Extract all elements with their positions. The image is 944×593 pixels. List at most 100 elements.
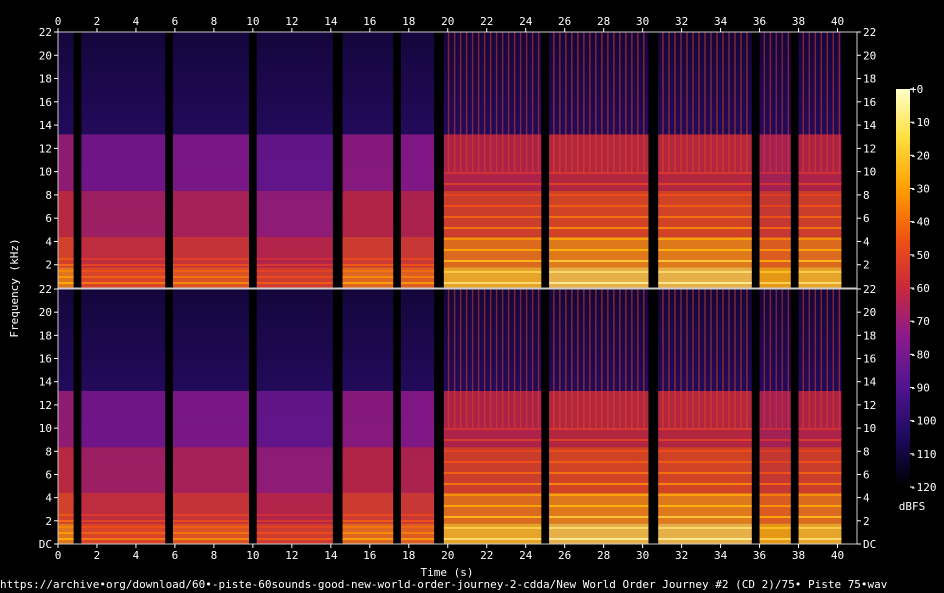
transient-line: [722, 289, 724, 430]
energy-band: [443, 267, 542, 288]
energy-band: [81, 190, 166, 237]
harmonic-line: [798, 505, 842, 507]
transient-line: [519, 32, 522, 173]
harmonic-line: [798, 527, 842, 529]
colorbar-tick-label: -50: [910, 249, 930, 262]
transient-line: [692, 32, 694, 173]
harmonic-line: [172, 258, 249, 260]
y-tick-label-right: 14: [863, 376, 877, 389]
transient-line: [826, 32, 829, 173]
harmonic-line: [342, 532, 394, 534]
segment-0-9: [759, 32, 791, 288]
transient-line: [489, 32, 492, 173]
energy-band: [256, 236, 333, 268]
harmonic-line: [400, 270, 435, 272]
harmonic-line: [759, 505, 791, 507]
transient-line: [471, 289, 474, 430]
harmonic-line: [798, 516, 842, 518]
y-tick-label-left: 4: [45, 492, 52, 505]
energy-band: [658, 447, 752, 493]
harmonic-line: [658, 282, 752, 284]
harmonic-line: [58, 258, 74, 260]
y-tick-label-right: 18: [863, 329, 876, 342]
x-tick-label-bottom: 16: [363, 549, 376, 562]
transient-line: [820, 289, 823, 430]
harmonic-line: [443, 227, 542, 229]
harmonic-line: [256, 526, 333, 528]
energy-band: [256, 447, 333, 493]
harmonic-line: [658, 527, 752, 529]
y-tick-label-left: DC: [39, 538, 52, 551]
transient-line: [453, 289, 456, 430]
harmonic-line: [172, 514, 249, 516]
energy-band: [759, 493, 791, 524]
harmonic-line: [549, 494, 649, 496]
transient-line: [465, 289, 468, 430]
colorbar-gradient: [896, 89, 910, 487]
x-tick-label-top: 20: [441, 15, 454, 28]
harmonic-line: [798, 216, 842, 218]
x-tick-label-bottom: 12: [285, 549, 298, 562]
transient-line: [716, 289, 718, 430]
transient-line: [740, 32, 742, 173]
energy-band: [256, 493, 333, 524]
harmonic-line: [658, 227, 752, 229]
transient-line: [746, 289, 748, 430]
energy-band: [549, 523, 649, 544]
x-tick-label-top: 40: [831, 15, 844, 28]
energy-band: [658, 523, 752, 544]
x-tick-label-top: 34: [714, 15, 728, 28]
harmonic-line: [81, 264, 166, 266]
energy-band: [172, 236, 249, 268]
harmonic-line: [759, 183, 791, 185]
transient-line: [559, 32, 561, 173]
harmonic-line: [549, 472, 649, 474]
harmonic-line: [759, 527, 791, 529]
transient-line: [577, 32, 579, 173]
energy-band: [759, 447, 791, 493]
x-tick-label-top: 30: [636, 15, 649, 28]
segment-1-5: [400, 289, 435, 544]
harmonic-line: [549, 505, 649, 507]
harmonic-line: [798, 428, 842, 430]
y-tick-label-right: 22: [863, 283, 876, 296]
harmonic-line: [58, 514, 74, 516]
harmonic-line: [342, 526, 394, 528]
transient-line: [525, 32, 528, 173]
energy-band: [400, 236, 435, 268]
x-tick-label-top: 2: [94, 15, 101, 28]
transient-line: [698, 32, 700, 173]
harmonic-line: [658, 483, 752, 485]
energy-band: [549, 493, 649, 524]
harmonic-line: [81, 520, 166, 522]
harmonic-line: [400, 526, 435, 528]
energy-band: [549, 391, 649, 448]
colorbar: +0 -10 -20 -30 -40 -50 -60 -70 -80 -90 -100 -110 -12…: [896, 83, 937, 494]
transient-line: [583, 32, 585, 173]
y-tick-label-left: 8: [45, 189, 52, 202]
harmonic-line: [342, 264, 394, 266]
segment-1-9: [759, 289, 791, 544]
harmonic-line: [658, 249, 752, 251]
y-tick-label-left: 22: [39, 283, 52, 296]
y-tick-label-right: 8: [863, 189, 870, 202]
y-tick-label-right: 10: [863, 422, 876, 435]
colorbar-tick-label: -110: [910, 448, 937, 461]
energy-band: [400, 391, 435, 448]
segment-0-6: [443, 32, 542, 288]
energy-band: [172, 391, 249, 448]
transient-line: [734, 289, 736, 430]
transient-line: [465, 32, 468, 173]
x-tick-label-bottom: 34: [714, 549, 728, 562]
transient-line: [447, 289, 450, 430]
x-tick-label-top: 28: [597, 15, 610, 28]
harmonic-line: [443, 461, 542, 463]
transient-line: [495, 32, 498, 173]
x-tick-label-top: 14: [324, 15, 338, 28]
transient-line: [662, 289, 664, 430]
y-tick-label-left: 2: [45, 259, 52, 272]
transient-line: [459, 289, 462, 430]
harmonic-line: [443, 194, 542, 196]
harmonic-line: [256, 270, 333, 272]
y-tick-label-left: 22: [39, 26, 52, 39]
